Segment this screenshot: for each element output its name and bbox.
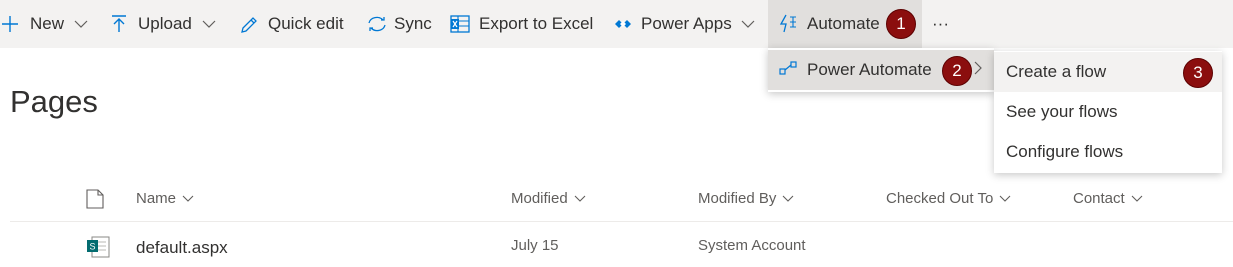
sync-icon — [366, 14, 388, 34]
upload-label: Upload — [138, 14, 192, 33]
column-header-modified-label: Modified — [511, 190, 568, 207]
step-badge-3: 3 — [1183, 58, 1213, 88]
column-header-name[interactable]: Name — [136, 190, 194, 207]
see-your-flows-item[interactable]: See your flows — [994, 92, 1222, 132]
sync-label: Sync — [394, 14, 432, 33]
column-header-contact[interactable]: Contact — [1073, 190, 1143, 207]
column-header-modified[interactable]: Modified — [511, 190, 586, 207]
file-type-header-icon[interactable] — [86, 189, 104, 214]
page-title: Pages — [10, 84, 98, 119]
power-apps-button[interactable]: Power Apps — [613, 0, 755, 48]
header-divider — [10, 221, 1233, 222]
svg-text:S: S — [89, 242, 95, 252]
quick-edit-label: Quick edit — [268, 14, 344, 33]
step-badge-2: 2 — [942, 56, 972, 86]
column-header-checked-out-to-label: Checked Out To — [886, 190, 994, 207]
power-automate-label: Power Automate — [807, 60, 932, 79]
power-automate-icon — [779, 60, 797, 80]
step-badge-1: 1 — [886, 9, 916, 39]
more-options-button[interactable]: ··· — [932, 0, 949, 48]
chevron-down-icon — [568, 190, 586, 207]
automate-icon — [778, 14, 798, 34]
sync-button[interactable]: Sync — [366, 0, 432, 48]
chevron-down-icon — [776, 190, 794, 207]
automate-label: Automate — [807, 14, 880, 33]
power-apps-icon — [613, 16, 633, 32]
modified-cell: July 15 — [511, 237, 559, 254]
column-header-contact-label: Contact — [1073, 190, 1125, 207]
pencil-icon — [240, 15, 259, 34]
new-button[interactable]: New — [0, 0, 88, 48]
new-label: New — [30, 14, 65, 33]
chevron-down-icon — [202, 19, 216, 29]
command-bar: New Upload Quick edit Sync Export to Exc… — [0, 0, 1233, 48]
configure-flows-label: Configure flows — [1006, 142, 1124, 161]
column-header-modified-by[interactable]: Modified By — [698, 190, 794, 207]
chevron-right-icon — [973, 60, 983, 80]
column-header-checked-out-to[interactable]: Checked Out To — [886, 190, 1011, 207]
modified-by-cell: System Account — [698, 237, 806, 254]
create-a-flow-label: Create a flow — [1006, 62, 1107, 81]
upload-button[interactable]: Upload — [111, 0, 216, 48]
chevron-down-icon — [993, 190, 1011, 207]
column-header-modified-by-label: Modified By — [698, 190, 777, 207]
more-icon: ··· — [932, 14, 949, 33]
export-label: Export to Excel — [479, 14, 594, 33]
chevron-down-icon — [741, 19, 755, 29]
chevron-down-icon — [176, 190, 194, 207]
excel-icon — [450, 15, 470, 33]
quick-edit-button[interactable]: Quick edit — [240, 0, 344, 48]
plus-icon — [0, 14, 20, 34]
chevron-down-icon — [1125, 190, 1143, 207]
file-name-link[interactable]: default.aspx — [136, 238, 228, 258]
see-your-flows-label: See your flows — [1006, 102, 1118, 121]
power-apps-label: Power Apps — [641, 14, 732, 33]
upload-icon — [111, 14, 127, 34]
export-to-excel-button[interactable]: Export to Excel — [450, 0, 593, 48]
configure-flows-item[interactable]: Configure flows — [994, 132, 1222, 172]
sharepoint-page-icon: S — [86, 236, 110, 263]
column-header-name-label: Name — [136, 190, 177, 207]
chevron-down-icon — [74, 19, 88, 29]
